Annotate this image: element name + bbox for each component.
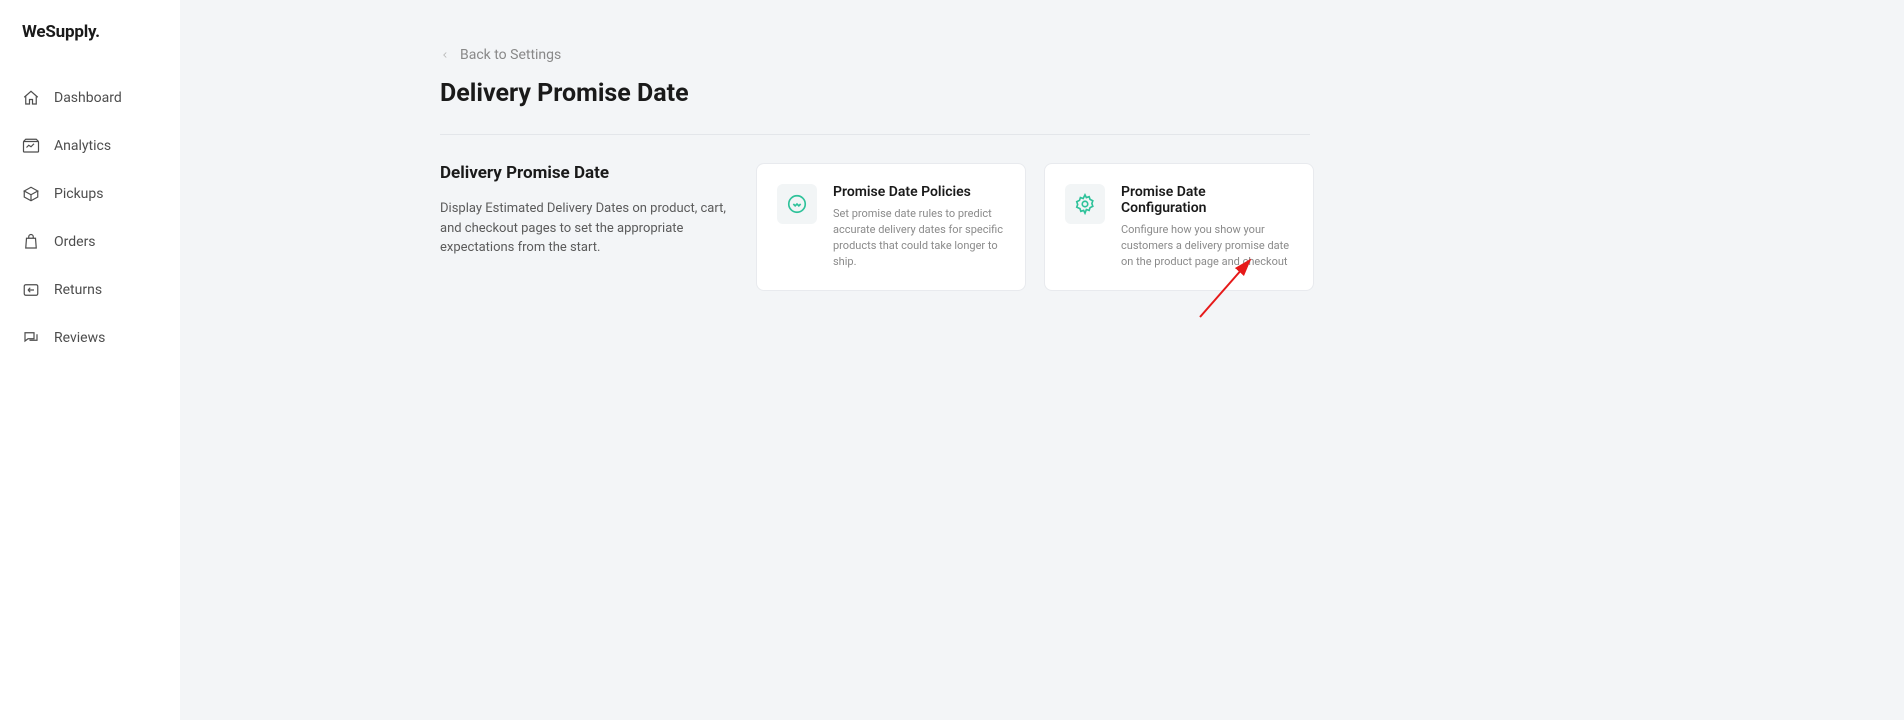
card-description: Configure how you show your customers a …: [1121, 222, 1293, 270]
card-title: Promise Date Configuration: [1121, 184, 1293, 216]
home-icon: [22, 89, 40, 107]
chat-icon: [22, 329, 40, 347]
page-title: Delivery Promise Date: [440, 79, 1310, 108]
sidebar-item-label: Returns: [54, 282, 102, 298]
card-promise-date-configuration[interactable]: Promise Date Configuration Configure how…: [1044, 163, 1314, 291]
sidebar-item-label: Reviews: [54, 330, 105, 346]
sidebar-item-label: Analytics: [54, 138, 111, 154]
returns-icon: [22, 281, 40, 299]
sidebar-item-label: Pickups: [54, 186, 103, 202]
sidebar: WeSupply. Dashboard Analytics Pickups Or…: [0, 0, 180, 720]
sidebar-item-pickups[interactable]: Pickups: [22, 170, 180, 218]
gear-icon: [1065, 184, 1105, 224]
card-title: Promise Date Policies: [833, 184, 1005, 200]
card-description: Set promise date rules to predict accura…: [833, 206, 1005, 270]
sidebar-item-reviews[interactable]: Reviews: [22, 314, 180, 362]
box-icon: [22, 185, 40, 203]
divider: [440, 134, 1310, 135]
back-link-label: Back to Settings: [460, 47, 561, 63]
sidebar-item-analytics[interactable]: Analytics: [22, 122, 180, 170]
section-description: Display Estimated Delivery Dates on prod…: [440, 199, 734, 258]
back-to-settings-link[interactable]: Back to Settings: [440, 47, 561, 63]
bag-icon: [22, 233, 40, 251]
chevron-left-icon: [440, 50, 450, 60]
sidebar-item-orders[interactable]: Orders: [22, 218, 180, 266]
section-heading: Delivery Promise Date: [440, 163, 734, 183]
analytics-icon: [22, 137, 40, 155]
sidebar-item-label: Orders: [54, 234, 96, 250]
sidebar-item-returns[interactable]: Returns: [22, 266, 180, 314]
card-promise-date-policies[interactable]: Promise Date Policies Set promise date r…: [756, 163, 1026, 291]
sidebar-item-label: Dashboard: [54, 90, 122, 106]
brand-logo: WeSupply.: [22, 22, 180, 42]
handshake-icon: [777, 184, 817, 224]
main-content: Back to Settings Delivery Promise Date D…: [180, 0, 1904, 720]
sidebar-item-dashboard[interactable]: Dashboard: [22, 74, 180, 122]
